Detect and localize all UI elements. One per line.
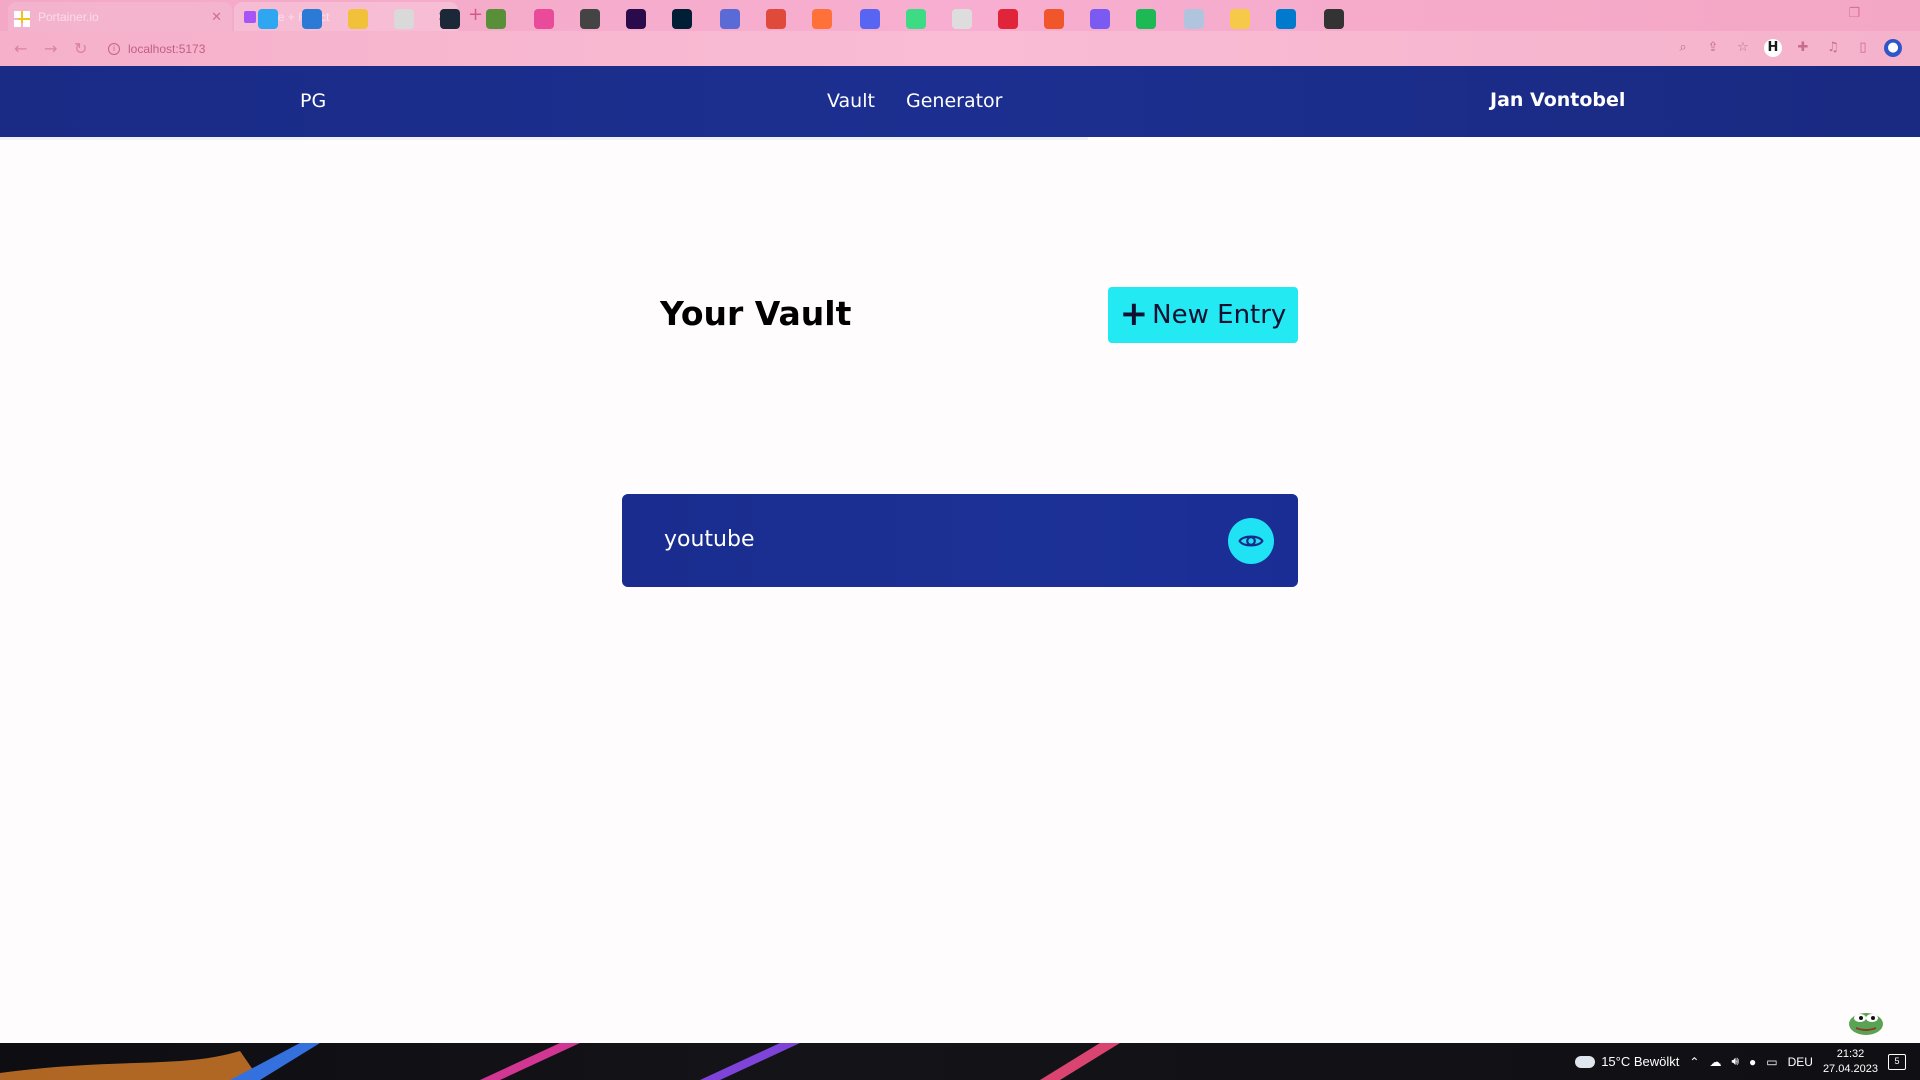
cloud-icon: [1575, 1055, 1596, 1068]
steam-icon[interactable]: [440, 9, 460, 29]
page-title: Your Vault: [660, 294, 852, 333]
puzzle-icon[interactable]: ✚: [1794, 39, 1812, 57]
premiere-icon[interactable]: [626, 9, 646, 29]
system-tray: 15°C Bewölkt ⌃ ☁ 🔊︎ ● ▭ DEU 21:32 27.04.…: [1575, 1043, 1920, 1080]
app-icon[interactable]: [580, 9, 600, 29]
nav-generator-link[interactable]: Generator: [906, 90, 1002, 112]
profile-icon[interactable]: ●: [1884, 39, 1902, 57]
android-studio-icon[interactable]: [906, 9, 926, 29]
address-bar[interactable]: i localhost:5173: [108, 38, 1628, 60]
display-icon[interactable]: ▭: [1766, 1055, 1777, 1069]
microphone-icon[interactable]: ●: [1749, 1055, 1756, 1069]
language-indicator[interactable]: DEU: [1788, 1055, 1813, 1069]
explorer-icon[interactable]: [348, 9, 368, 29]
extension-h-icon[interactable]: H: [1764, 39, 1782, 57]
browser-toolbar: ← → ↻ i localhost:5173 ⌕ ⇪ ☆ H ✚ ♫ ▯ ●: [0, 31, 1920, 66]
browser-tab-portainer[interactable]: Portainer.io ✕: [8, 2, 232, 31]
chevron-up-icon[interactable]: ⌃: [1689, 1055, 1699, 1069]
close-tab-icon[interactable]: ✕: [211, 9, 222, 25]
frog-sticker-icon: [1849, 1013, 1883, 1035]
windows-start-icon[interactable]: [14, 11, 30, 27]
discord-icon[interactable]: [860, 9, 880, 29]
clock-time: 21:32: [1836, 1047, 1865, 1060]
app-navbar: PG Vault Generator Jan Vontobel: [0, 66, 1920, 137]
weather-text: 15°C Bewölkt: [1601, 1054, 1680, 1069]
chrome-icon[interactable]: [766, 9, 786, 29]
star-icon[interactable]: ☆: [1734, 39, 1752, 57]
clock-date: 27.04.2023: [1822, 1062, 1878, 1075]
vscode-icon[interactable]: [1276, 9, 1296, 29]
entry-name: youtube: [664, 527, 755, 552]
osu-icon[interactable]: [534, 9, 554, 29]
reload-icon[interactable]: ↻: [74, 39, 87, 58]
zoom-icon[interactable]: ⌕: [1674, 39, 1692, 57]
media-icon[interactable]: ♫: [1824, 39, 1842, 57]
network-icon[interactable]: ☁: [1709, 1055, 1721, 1069]
sidebar-icon[interactable]: ▯: [1854, 39, 1872, 57]
brand-logo[interactable]: PG: [300, 90, 326, 112]
new-tab-button[interactable]: +: [468, 4, 483, 25]
navbar-divider: [0, 137, 1088, 140]
taskbar-wallpaper-wave: [0, 1043, 1120, 1080]
volume-icon[interactable]: 🔊︎: [1731, 1054, 1739, 1069]
vite-favicon-icon: [244, 10, 256, 23]
notepad-icon[interactable]: [1184, 9, 1204, 29]
git-icon[interactable]: [1044, 9, 1064, 29]
nav-vault-link[interactable]: Vault: [827, 90, 875, 112]
back-arrow-icon[interactable]: ←: [14, 39, 27, 58]
gitkraken-icon[interactable]: [1230, 9, 1250, 29]
share-icon[interactable]: ⇪: [1704, 39, 1722, 57]
firefox-icon[interactable]: [812, 9, 832, 29]
eye-icon: [1238, 535, 1264, 547]
forward-arrow-icon[interactable]: →: [44, 39, 57, 58]
teams-icon[interactable]: [720, 9, 740, 29]
mail-icon[interactable]: [302, 9, 322, 29]
photoshop-icon[interactable]: [672, 9, 692, 29]
vault-entry-card[interactable]: youtube: [622, 494, 1298, 587]
ccleaner-icon[interactable]: [952, 9, 972, 29]
minecraft-icon[interactable]: [486, 9, 506, 29]
new-entry-button[interactable]: + New Entry: [1108, 287, 1298, 343]
show-password-button[interactable]: [1228, 518, 1274, 564]
weather-widget[interactable]: 15°C Bewölkt: [1575, 1054, 1679, 1069]
window-restore-icon[interactable]: ❐: [1848, 6, 1860, 21]
app-red-icon[interactable]: [998, 9, 1018, 29]
edge-icon[interactable]: [258, 9, 278, 29]
clock[interactable]: 21:32 27.04.2023: [1823, 1047, 1878, 1077]
store-icon[interactable]: [394, 9, 414, 29]
spotify-icon[interactable]: [1136, 9, 1156, 29]
new-entry-label: New Entry: [1152, 300, 1287, 330]
tab-title: Portainer.io: [38, 9, 99, 24]
plus-icon: +: [1119, 293, 1149, 334]
notification-icon[interactable]: 5: [1888, 1053, 1906, 1070]
site-info-icon[interactable]: i: [108, 43, 120, 55]
user-name[interactable]: Jan Vontobel: [1490, 89, 1625, 111]
address-text: localhost:5173: [128, 42, 206, 56]
app-purple-icon[interactable]: [1090, 9, 1110, 29]
obs-icon[interactable]: [1324, 9, 1344, 29]
